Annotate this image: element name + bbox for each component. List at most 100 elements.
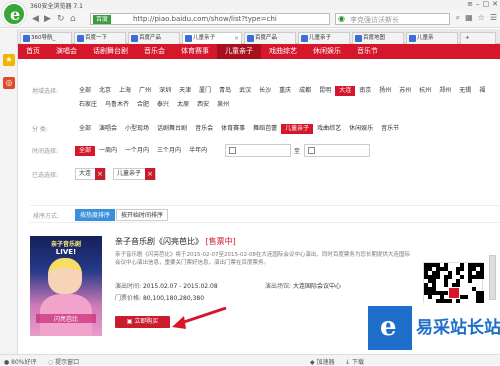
tab-baidu-products[interactable]: 百度产品: [128, 32, 180, 44]
browser-titlebar: 360安全浏览器 7.1 ≡ – □ ✕: [0, 0, 500, 10]
region-option[interactable]: 广州: [135, 86, 155, 96]
nav-sports[interactable]: 体育赛事: [173, 44, 217, 59]
region-option[interactable]: 昆明: [315, 86, 335, 96]
time-label: 时间选择:: [32, 148, 59, 155]
search-input[interactable]: 李克强访沃斯长: [350, 15, 399, 25]
region-option[interactable]: 长沙: [255, 86, 275, 96]
nav-home[interactable]: 首页: [18, 44, 48, 59]
region-option[interactable]: 郑州: [435, 86, 455, 96]
category-option[interactable]: 音乐节: [377, 124, 403, 134]
nav-music[interactable]: 音乐会: [136, 44, 173, 59]
region-option[interactable]: 深圳: [155, 86, 175, 96]
search-icon[interactable]: ⌕: [456, 13, 460, 23]
category-filter-row: 分 类: 全部 演唱会 小型现场 话剧舞台剧 音乐会 体育赛事 舞蹈芭蕾 儿童亲子 戏曲综艺 休闲…: [30, 124, 500, 134]
tab-kids-3[interactable]: 儿童亲: [406, 32, 458, 44]
region-option[interactable]: 福: [475, 86, 489, 96]
region-option[interactable]: 无锡: [455, 86, 475, 96]
nav-leisure[interactable]: 休闲娱乐: [305, 44, 349, 59]
grid-icon[interactable]: ▦: [465, 13, 473, 23]
tab-favicon-icon: [77, 35, 84, 42]
region-option[interactable]: 扬州: [375, 86, 395, 96]
time-option[interactable]: 三个月内: [153, 146, 185, 156]
region-option[interactable]: 泰兴: [153, 100, 173, 110]
category-option[interactable]: 体育赛事: [217, 124, 249, 134]
region-option[interactable]: 泉州: [213, 100, 233, 110]
event-poster[interactable]: 亲子音乐剧 LIVE! 闪亮芭比: [30, 236, 102, 336]
back-icon[interactable]: ◀: [32, 14, 39, 24]
start-date-input[interactable]: [225, 144, 291, 157]
region-option[interactable]: 厦门: [195, 86, 215, 96]
category-option[interactable]: 音乐会: [191, 124, 217, 134]
menu-icon[interactable]: ≡: [467, 0, 473, 8]
buy-now-button[interactable]: ▣ 立即购买: [115, 316, 170, 328]
region-option[interactable]: 天津: [175, 86, 195, 96]
region-option[interactable]: 大连: [335, 86, 356, 96]
category-option[interactable]: 休闲娱乐: [345, 124, 377, 134]
sort-by-time-button[interactable]: 按开始时间排序: [116, 209, 169, 221]
minimize-button[interactable]: –: [476, 0, 480, 8]
region-option[interactable]: 西安: [193, 100, 213, 110]
event-title[interactable]: 亲子音乐剧《闪亮芭比》: [115, 237, 203, 246]
nav-opera[interactable]: 戏曲综艺: [261, 44, 305, 59]
category-option[interactable]: 演唱会: [95, 124, 121, 134]
tab-baidu-products-2[interactable]: 百度产品: [244, 32, 296, 44]
nav-kids[interactable]: 儿童亲子: [217, 44, 261, 59]
maximize-button[interactable]: □: [483, 0, 490, 8]
end-date-input[interactable]: [304, 144, 370, 157]
region-option[interactable]: 乌鲁木齐: [101, 100, 133, 110]
address-bar[interactable]: 百度 http://piao.baidu.com/show/list?type=…: [90, 13, 330, 25]
tab-baidu-map[interactable]: 百度地图: [352, 32, 404, 44]
security-badge: 百度: [93, 15, 112, 24]
time-option[interactable]: 全部: [75, 146, 96, 156]
region-option[interactable]: 杭州: [415, 86, 435, 96]
remove-tag-icon[interactable]: ×: [95, 168, 106, 180]
url-text[interactable]: http://piao.baidu.com/show/list?type=chi: [133, 15, 277, 23]
search-engine-icon[interactable]: ◉: [338, 14, 345, 23]
menu-icon[interactable]: ☰: [490, 13, 497, 23]
time-option[interactable]: 一个月内: [121, 146, 153, 156]
remove-tag-icon[interactable]: ×: [145, 168, 156, 180]
region-option[interactable]: 武汉: [235, 86, 255, 96]
category-option[interactable]: 话剧舞台剧: [153, 124, 191, 134]
refresh-icon[interactable]: ↻: [57, 14, 65, 24]
nav-drama[interactable]: 话剧舞台剧: [85, 44, 136, 59]
category-option[interactable]: 全部: [75, 124, 95, 134]
time-option[interactable]: 半年内: [185, 146, 211, 156]
category-option[interactable]: 儿童亲子: [281, 124, 314, 134]
time-option[interactable]: 一周内: [95, 146, 121, 156]
region-option[interactable]: 南京: [355, 86, 375, 96]
tab-360nav[interactable]: 360导航_: [20, 32, 72, 44]
browser-logo[interactable]: e: [2, 2, 26, 26]
tab-baidu[interactable]: 百度一下: [74, 32, 126, 44]
event-title-line[interactable]: 亲子音乐剧《闪亮芭比》 [售票中]: [115, 236, 236, 247]
region-option[interactable]: 北京: [95, 86, 115, 96]
region-option[interactable]: 重庆: [275, 86, 295, 96]
search-box[interactable]: ◉ 李克强访沃斯长: [335, 13, 450, 25]
category-option[interactable]: 小型现场: [121, 124, 153, 134]
category-option[interactable]: 舞蹈芭蕾: [249, 124, 281, 134]
sort-by-hot-button[interactable]: 按热度排序: [75, 209, 116, 221]
region-option[interactable]: 青岛: [215, 86, 235, 96]
tab-close-icon[interactable]: ×: [234, 33, 239, 44]
nav-concert[interactable]: 演唱会: [48, 44, 85, 59]
nav-festival[interactable]: 音乐节: [349, 44, 386, 59]
poster-doll-head: [48, 258, 82, 294]
region-option[interactable]: 苏州: [395, 86, 415, 96]
star-icon[interactable]: ☆: [478, 13, 485, 23]
category-option[interactable]: 戏曲综艺: [313, 124, 345, 134]
home-icon[interactable]: ⌂: [70, 14, 76, 24]
weibo-icon[interactable]: ◎: [3, 77, 15, 89]
new-tab-button[interactable]: +: [460, 32, 496, 44]
region-option[interactable]: 成都: [295, 86, 315, 96]
favorites-star-icon[interactable]: ★: [3, 54, 15, 66]
region-option[interactable]: 合肥: [133, 100, 153, 110]
close-button[interactable]: ✕: [492, 0, 498, 8]
region-option[interactable]: 上海: [115, 86, 135, 96]
region-option[interactable]: 太原: [173, 100, 193, 110]
tab-kids-active[interactable]: 儿童亲子 ×: [182, 32, 242, 44]
tab-kids-2[interactable]: 儿童亲子: [298, 32, 350, 44]
region-option[interactable]: 全部: [75, 86, 95, 96]
forward-icon[interactable]: ▶: [44, 14, 51, 24]
region-option[interactable]: 石家庄: [75, 100, 101, 110]
scrollbar[interactable]: [489, 255, 496, 300]
